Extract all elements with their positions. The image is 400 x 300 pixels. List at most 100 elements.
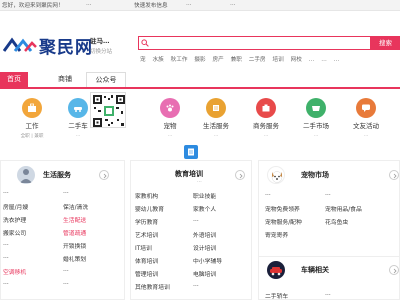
pet-item[interactable]: 宠物免费领养 <box>265 204 300 213</box>
pet-item[interactable]: 寄宠寄养 <box>265 230 288 239</box>
edu-item[interactable]: IT培训 <box>135 243 152 252</box>
paw-icon <box>160 98 180 118</box>
life-item[interactable]: 开锁换锁 <box>63 241 86 250</box>
city-name: 驻马… <box>90 37 110 45</box>
hot-keyword[interactable]: 培训 <box>272 55 283 63</box>
main-nav: 首页 商铺 公众号 <box>0 72 400 89</box>
life-item[interactable]: 婚礼策划 <box>63 254 86 263</box>
site-logo[interactable]: 聚民网 <box>3 36 95 58</box>
life-item[interactable]: … <box>3 189 9 195</box>
search-button[interactable]: 搜索 <box>371 36 400 50</box>
category-sub: … <box>75 133 81 138</box>
pet-item[interactable]: 宠物服务/配种 <box>265 217 302 226</box>
qrcode-icon <box>93 95 125 127</box>
edu-item[interactable]: 管理培训 <box>135 269 158 278</box>
toplink-post[interactable]: 快速发布信息 <box>134 1 168 9</box>
tab-shops[interactable]: 商铺 <box>50 72 80 87</box>
life-item[interactable]: … <box>3 241 9 247</box>
car-item[interactable]: 二手轿车 <box>265 291 288 300</box>
life-item[interactable]: 洗衣护理 <box>3 215 26 224</box>
edu-item[interactable]: 婴幼儿教育 <box>135 204 164 213</box>
car-icon <box>68 98 88 118</box>
wechat-qrcode <box>90 92 126 128</box>
life-item[interactable]: … <box>63 189 69 195</box>
life-item[interactable]: … <box>63 267 69 273</box>
divider <box>259 256 400 257</box>
life-item[interactable]: 保洁/清洗 <box>63 202 88 211</box>
hot-keyword[interactable]: 二手房 <box>249 55 266 63</box>
category-row: 工作 全职 | 兼职 二手车 … 宠物 … 生活服务 … 商务服务 … 二手市场 <box>0 95 400 143</box>
tab-home[interactable]: 首页 <box>0 72 28 87</box>
life-item[interactable]: … <box>3 280 9 286</box>
hot-keyword[interactable]: 宠 <box>140 55 146 63</box>
panel-title: 宠物市场 <box>301 171 329 179</box>
arrow-right-icon[interactable] <box>389 265 399 275</box>
chat-icon <box>356 98 376 118</box>
welcome-text: 您好，欢迎来到聚民网！ <box>2 3 64 9</box>
top-bar: 您好，欢迎来到聚民网！ … 快速发布信息 … … <box>0 0 400 11</box>
life-item[interactable]: 空调移机 <box>3 267 26 276</box>
life-item[interactable]: 管道疏通 <box>63 228 86 237</box>
tab-wechat-account[interactable]: 公众号 <box>86 72 126 87</box>
life-service-avatar <box>17 166 35 184</box>
business-icon <box>256 98 276 118</box>
edu-item[interactable]: 艺术培训 <box>135 230 158 239</box>
category-label: 文友活动 <box>353 122 379 130</box>
hot-keyword[interactable]: 摄影 <box>194 55 205 63</box>
edu-item[interactable]: 体育培训 <box>135 256 158 265</box>
city-switch-link[interactable]: 切换分站 <box>90 47 130 55</box>
search-input[interactable] <box>139 37 370 49</box>
life-item[interactable]: 搬家公司 <box>3 228 26 237</box>
edu-item[interactable]: 设计培训 <box>193 243 216 252</box>
arrow-right-icon[interactable] <box>389 170 399 180</box>
service-icon <box>206 98 226 118</box>
panel-title: 生活服务 <box>43 171 71 179</box>
pet-item[interactable]: … <box>265 191 271 197</box>
toplink-4[interactable]: … <box>230 1 236 7</box>
edu-item[interactable]: 家教个人 <box>193 204 216 213</box>
pet-item[interactable]: … <box>325 191 331 197</box>
panel-pets: 宠物市场 … … 宠物免费领养 宠物用品/食品 宠物服务/配种 花鸟鱼虫 寄宠寄… <box>258 160 400 300</box>
arrow-right-icon[interactable] <box>99 170 109 180</box>
car-avatar <box>267 261 285 279</box>
car-item[interactable]: … <box>325 291 331 297</box>
hot-keyword[interactable]: … <box>309 57 315 63</box>
life-item[interactable]: … <box>3 254 9 260</box>
toplink-1[interactable]: … <box>86 1 92 7</box>
edu-item[interactable]: 家教机构 <box>135 191 158 200</box>
hot-keyword[interactable]: … <box>321 57 327 63</box>
toplink-3[interactable]: … <box>186 1 192 7</box>
hot-keyword[interactable]: … <box>334 57 340 63</box>
panel-education: 教育培训 … 家教机构 职业技能 婴幼儿教育 家教个人 学历教育 … 艺术培训 … <box>130 160 252 300</box>
edu-item[interactable]: … <box>193 282 199 288</box>
logo-text: 聚民网 <box>39 38 93 58</box>
edu-item[interactable]: 中小学辅导 <box>193 256 222 265</box>
life-item[interactable]: 生活配送 <box>63 215 86 224</box>
hot-keyword[interactable]: 兼职 <box>231 55 242 63</box>
search-box <box>138 36 371 50</box>
document-icon <box>184 145 198 159</box>
hot-keywords: 宠 水族 秋工作 摄影 房产 兼职 二手房 培训 网校 … … … <box>140 55 400 64</box>
hot-keyword[interactable]: 网校 <box>291 55 302 63</box>
pet-item[interactable]: 花鸟鱼虫 <box>325 217 348 226</box>
logo-mark-icon <box>3 37 37 52</box>
arrow-right-icon[interactable] <box>235 170 245 180</box>
edu-item[interactable]: 职业技能 <box>193 191 216 200</box>
life-item[interactable]: … <box>63 280 69 286</box>
hot-keyword[interactable]: 房产 <box>213 55 224 63</box>
life-item[interactable]: 房屋/月嫂 <box>3 202 28 211</box>
hot-keyword[interactable]: 水族 <box>153 55 164 63</box>
edu-item[interactable]: 其他教育培训 <box>135 282 170 291</box>
edu-item[interactable]: … <box>193 217 199 223</box>
edu-item[interactable]: 学历教育 <box>135 217 158 226</box>
pet-item[interactable]: 宠物用品/食品 <box>325 204 362 213</box>
search-icon <box>141 39 149 47</box>
edu-item[interactable]: 电脑培训 <box>193 269 216 278</box>
panel-title: 教育培训 <box>175 170 203 178</box>
panel-title: 车辆相关 <box>301 266 329 274</box>
briefcase-icon <box>22 98 42 118</box>
category-friends[interactable]: 文友活动 … <box>336 95 396 143</box>
hot-keyword[interactable]: 秋工作 <box>171 55 188 63</box>
city-selector[interactable]: 驻马… 切换分站 <box>90 35 130 55</box>
edu-item[interactable]: 外语培训 <box>193 230 216 239</box>
